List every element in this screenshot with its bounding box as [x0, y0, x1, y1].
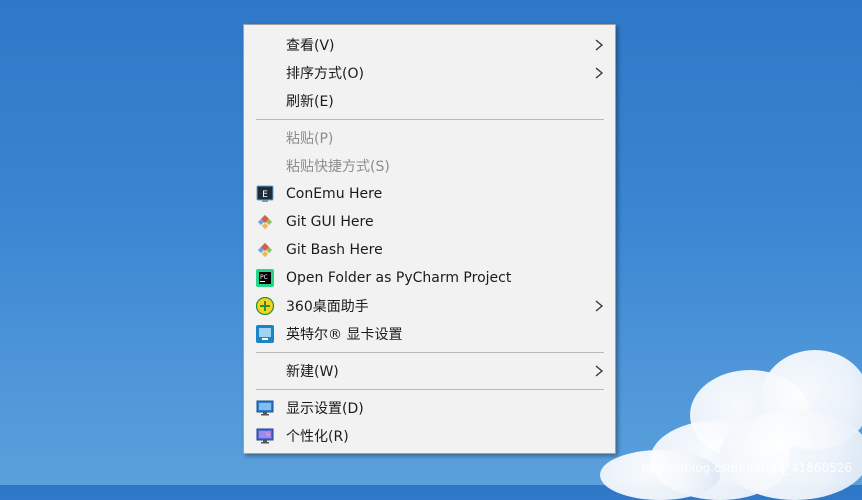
360-assistant-icon: [256, 297, 274, 315]
menu-item-intel-graphics[interactable]: 英特尔® 显卡设置: [244, 320, 615, 348]
menu-separator: [256, 119, 604, 120]
chevron-right-icon: [595, 67, 604, 79]
menu-item-paste: 粘贴(P): [244, 124, 615, 152]
menu-separator: [256, 352, 604, 353]
menu-item-view[interactable]: 查看(V): [244, 31, 615, 59]
menu-item-label: 360桌面助手: [286, 299, 369, 315]
menu-item-label: 查看(V): [286, 38, 335, 54]
menu-item-label: 刷新(E): [286, 94, 334, 110]
menu-item-new[interactable]: 新建(W): [244, 357, 615, 385]
menu-item-sort-by[interactable]: 排序方式(O): [244, 59, 615, 87]
menu-item-git-bash-here[interactable]: Git Bash Here: [244, 236, 615, 264]
svg-text:E: E: [262, 190, 268, 200]
menu-item-360-assistant[interactable]: 360桌面助手: [244, 292, 615, 320]
menu-item-label: 个性化(R): [286, 429, 349, 445]
menu-item-label: 显示设置(D): [286, 401, 364, 417]
menu-item-open-pycharm[interactable]: PC Open Folder as PyCharm Project: [244, 264, 615, 292]
menu-item-label: 粘贴快捷方式(S): [286, 159, 390, 175]
menu-item-label: Open Folder as PyCharm Project: [286, 270, 512, 286]
intel-graphics-icon: [256, 325, 274, 343]
svg-text:PC: PC: [260, 274, 268, 281]
menu-separator: [256, 389, 604, 390]
menu-item-git-gui-here[interactable]: Git GUI Here: [244, 208, 615, 236]
personalize-icon: [256, 427, 274, 445]
menu-item-label: 粘贴(P): [286, 131, 334, 147]
menu-item-label: 英特尔® 显卡设置: [286, 327, 403, 343]
menu-item-paste-shortcut: 粘贴快捷方式(S): [244, 152, 615, 180]
desktop-context-menu: 查看(V) 排序方式(O) 刷新(E) 粘贴(P) 粘贴快捷方式(S) E Co…: [243, 24, 616, 454]
menu-item-label: 新建(W): [286, 364, 339, 380]
chevron-right-icon: [595, 300, 604, 312]
pycharm-icon: PC: [256, 269, 274, 287]
menu-item-conemu-here[interactable]: E ConEmu Here: [244, 180, 615, 208]
chevron-right-icon: [595, 39, 604, 51]
git-icon: [256, 213, 274, 231]
menu-item-personalize[interactable]: 个性化(R): [244, 422, 615, 450]
display-settings-icon: [256, 399, 274, 417]
chevron-right-icon: [595, 365, 604, 377]
desktop[interactable]: { "menu": { "items": [ {"label": "查看(V)"…: [0, 0, 862, 500]
menu-item-label: Git Bash Here: [286, 242, 383, 258]
menu-item-label: 排序方式(O): [286, 66, 364, 82]
watermark: https://blog.csdn.net/qq_41860526: [641, 461, 852, 475]
menu-item-label: Git GUI Here: [286, 214, 374, 230]
git-icon: [256, 241, 274, 259]
menu-item-refresh[interactable]: 刷新(E): [244, 87, 615, 115]
menu-item-display-settings[interactable]: 显示设置(D): [244, 394, 615, 422]
conemu-icon: E: [256, 185, 274, 203]
menu-item-label: ConEmu Here: [286, 186, 383, 202]
